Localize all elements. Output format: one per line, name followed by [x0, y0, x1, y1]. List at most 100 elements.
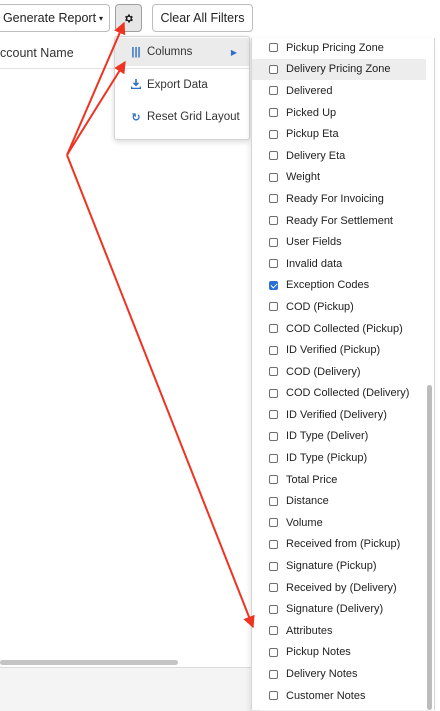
- clear-all-filters-button[interactable]: Clear All Filters: [152, 4, 253, 32]
- column-option[interactable]: ID Type (Deliver): [252, 426, 434, 448]
- column-option[interactable]: Exception Codes: [252, 275, 434, 297]
- column-checkbox[interactable]: [269, 151, 278, 161]
- vertical-scrollbar[interactable]: [427, 385, 432, 710]
- column-option[interactable]: Signature (Pickup): [252, 555, 434, 577]
- column-option-label: ID Type (Pickup): [286, 452, 368, 465]
- column-checkbox[interactable]: [269, 518, 278, 528]
- column-checkbox[interactable]: [269, 43, 278, 53]
- column-option[interactable]: Received by (Delivery): [252, 577, 434, 599]
- column-option[interactable]: Customer Notes: [252, 685, 434, 707]
- column-checkbox[interactable]: [269, 410, 278, 420]
- column-option-label: Volume: [286, 516, 323, 529]
- column-option-label: ID Verified (Delivery): [286, 408, 387, 421]
- column-option[interactable]: Delivery Eta: [252, 145, 434, 167]
- menu-item-reset-grid-layout[interactable]: ↻ Reset Grid Layout: [115, 103, 249, 131]
- column-option[interactable]: ID Type (Pickup): [252, 447, 434, 469]
- column-checkbox[interactable]: [269, 539, 278, 549]
- column-option[interactable]: ID Verified (Delivery): [252, 404, 434, 426]
- column-option[interactable]: Total Price: [252, 469, 434, 491]
- column-checkbox[interactable]: [269, 604, 278, 614]
- generate-report-button[interactable]: Generate Report ▾: [0, 4, 110, 32]
- column-option-label: COD (Pickup): [286, 300, 354, 313]
- column-option[interactable]: COD Collected (Pickup): [252, 318, 434, 340]
- column-checkbox[interactable]: [269, 324, 278, 334]
- column-checkbox[interactable]: [269, 237, 278, 247]
- column-option-label: Signature (Delivery): [286, 603, 384, 616]
- column-option-label: Attributes: [286, 624, 333, 637]
- column-option[interactable]: Distance: [252, 490, 434, 512]
- column-option[interactable]: Weight: [252, 167, 434, 189]
- column-checkbox[interactable]: [269, 475, 278, 485]
- column-option[interactable]: Attributes: [252, 620, 434, 642]
- column-option[interactable]: Delivery Notes: [252, 663, 434, 685]
- column-checkbox[interactable]: [269, 216, 278, 226]
- arrow-to-attributes-column: [66, 154, 255, 629]
- column-option-label: Signature (Pickup): [286, 560, 377, 573]
- column-option[interactable]: Pickup Notes: [252, 642, 434, 664]
- column-checkbox[interactable]: [269, 561, 278, 571]
- column-option-label: User Fields: [286, 236, 342, 249]
- column-option[interactable]: Signature (Delivery): [252, 598, 434, 620]
- column-checkbox[interactable]: [269, 64, 278, 74]
- column-option[interactable]: User Fields: [252, 231, 434, 253]
- column-checkbox[interactable]: [269, 302, 278, 312]
- column-option[interactable]: COD (Delivery): [252, 361, 434, 383]
- column-option[interactable]: Volume: [252, 512, 434, 534]
- column-checkbox[interactable]: [269, 388, 278, 398]
- column-header-account-name[interactable]: ccount Name: [0, 46, 74, 60]
- menu-item-export-data[interactable]: Export Data: [115, 71, 249, 99]
- column-option[interactable]: COD (Pickup): [252, 296, 434, 318]
- column-checkbox[interactable]: [269, 280, 278, 290]
- column-checkbox[interactable]: [269, 691, 278, 701]
- settings-button[interactable]: [115, 4, 142, 32]
- column-checkbox[interactable]: [269, 626, 278, 636]
- column-checkbox[interactable]: [269, 259, 278, 269]
- column-option[interactable]: Ready For Invoicing: [252, 188, 434, 210]
- column-checkbox[interactable]: [269, 108, 278, 118]
- column-option[interactable]: Received from (Pickup): [252, 534, 434, 556]
- column-option[interactable]: Delivered: [252, 80, 434, 102]
- column-option-label: ID Type (Deliver): [286, 430, 369, 443]
- download-icon: [130, 78, 142, 92]
- column-checkbox[interactable]: [269, 669, 278, 679]
- column-checkbox[interactable]: [269, 172, 278, 182]
- column-option-label: Delivery Notes: [286, 668, 358, 681]
- gear-icon: [125, 13, 133, 23]
- column-option-label: Received by (Delivery): [286, 581, 397, 594]
- column-option[interactable]: Delivery Pricing Zone: [252, 58, 426, 81]
- column-option-label: Customer Notes: [286, 689, 366, 702]
- column-checkbox[interactable]: [269, 583, 278, 593]
- column-checkbox[interactable]: [269, 453, 278, 463]
- caret-right-icon: ▶: [230, 47, 237, 57]
- settings-menu: ||| Columns ▶ Export Data ↻ Reset Grid L…: [114, 36, 250, 140]
- column-option[interactable]: Pickup Pricing Zone: [252, 38, 434, 59]
- column-option[interactable]: Picked Up: [252, 102, 434, 124]
- horizontal-scrollbar[interactable]: [0, 660, 178, 665]
- generate-report-label: Generate Report: [2, 11, 97, 25]
- column-checkbox[interactable]: [269, 345, 278, 355]
- column-option[interactable]: ID Verified (Pickup): [252, 339, 434, 361]
- menu-item-export-label: Export Data: [147, 79, 208, 91]
- column-option-label: Distance: [286, 495, 329, 508]
- column-option-label: Received from (Pickup): [286, 538, 401, 551]
- column-option-label: Invalid data: [286, 257, 343, 270]
- caret-down-icon: ▾: [99, 13, 104, 23]
- menu-item-reset-label: Reset Grid Layout: [147, 111, 240, 123]
- column-checkbox[interactable]: [269, 194, 278, 204]
- column-option-label: Total Price: [286, 473, 338, 486]
- column-checkbox[interactable]: [269, 647, 278, 657]
- column-checkbox[interactable]: [269, 496, 278, 506]
- column-checkbox[interactable]: [269, 86, 278, 96]
- column-option-label: Pickup Eta: [286, 128, 339, 141]
- columns-submenu[interactable]: Pickup Pricing Zone Delivery Pricing Zone…: [251, 38, 435, 710]
- column-checkbox[interactable]: [269, 431, 278, 441]
- column-option[interactable]: COD Collected (Delivery): [252, 383, 434, 405]
- menu-divider: [115, 68, 249, 69]
- column-checkbox[interactable]: [269, 367, 278, 377]
- column-option-label: Pickup Pricing Zone: [286, 41, 384, 54]
- column-checkbox[interactable]: [269, 129, 278, 139]
- column-option[interactable]: Ready For Settlement: [252, 210, 434, 232]
- column-option[interactable]: Pickup Eta: [252, 123, 434, 145]
- column-option[interactable]: Invalid data: [252, 253, 434, 275]
- menu-item-columns[interactable]: ||| Columns ▶: [115, 38, 249, 66]
